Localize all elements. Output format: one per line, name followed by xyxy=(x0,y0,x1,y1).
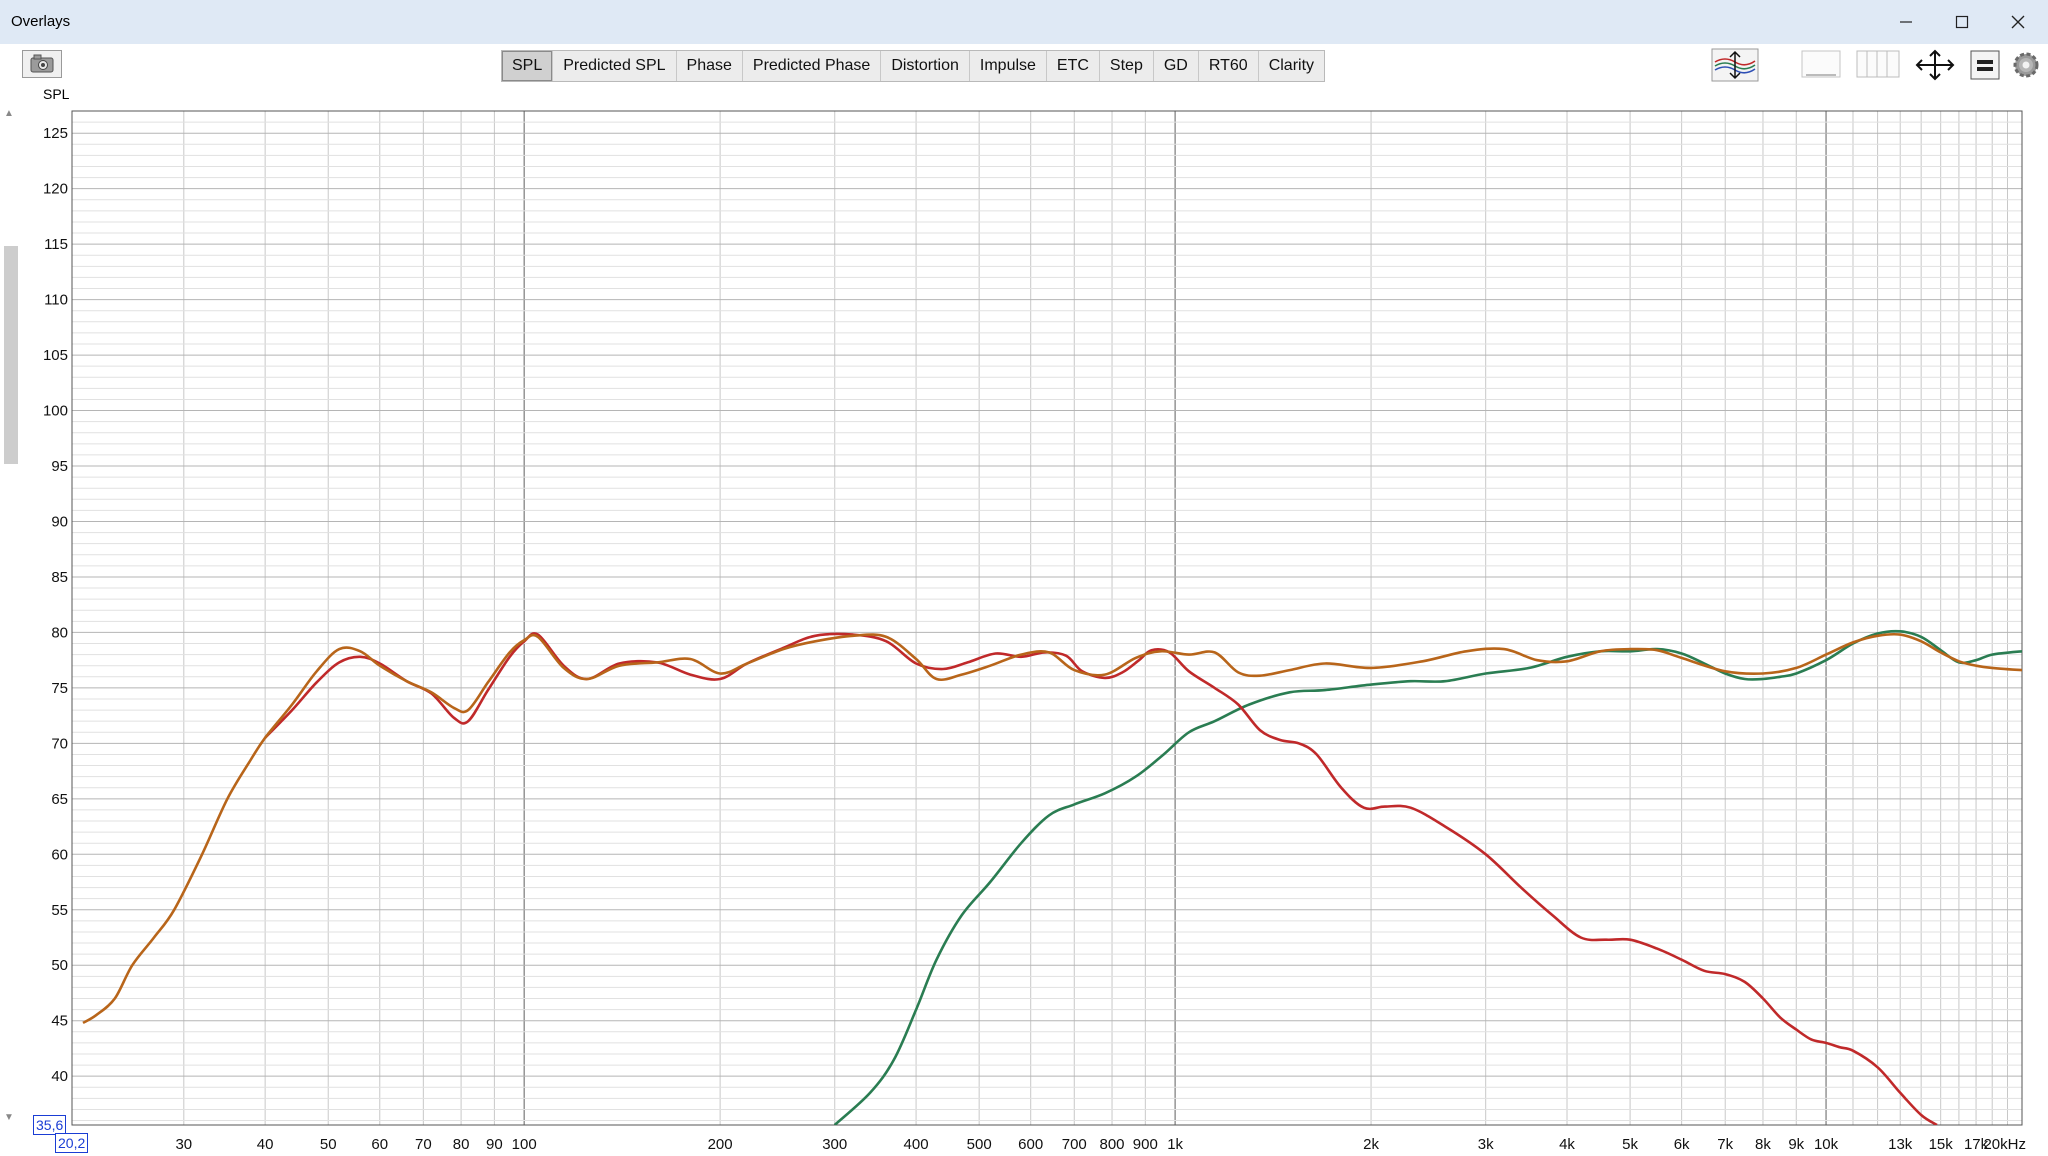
x-tick-label: 60 xyxy=(371,1136,388,1153)
y-tick-label: 55 xyxy=(51,902,68,919)
x-tick-label: 10k xyxy=(1814,1136,1839,1153)
y-tick-label: 85 xyxy=(51,569,68,586)
y-tick-label: 95 xyxy=(51,458,68,475)
x-tick-label: 600 xyxy=(1018,1136,1043,1153)
x-tick-label: 100 xyxy=(512,1136,537,1153)
y-tick-label: 125 xyxy=(43,125,68,142)
y-tick-label: 115 xyxy=(44,236,68,253)
plot-frame xyxy=(71,110,2023,1126)
y-tick-label: 90 xyxy=(51,513,68,530)
x-tick-label: 70 xyxy=(415,1136,432,1153)
x-tick-label: 400 xyxy=(904,1136,929,1153)
x-tick-label: 80 xyxy=(453,1136,470,1153)
series-line-3 xyxy=(82,632,2022,1025)
y-tick-label: 80 xyxy=(51,624,68,641)
x-tick-label: 13k xyxy=(1888,1136,1913,1153)
x-tick-label: 900 xyxy=(1133,1136,1158,1153)
x-tick-label: 800 xyxy=(1100,1136,1125,1153)
x-tick-label: 40 xyxy=(257,1136,274,1153)
x-tick-label: 8k xyxy=(1755,1136,1771,1153)
x-tick-label: 4k xyxy=(1559,1136,1575,1153)
x-tick-label: 500 xyxy=(967,1136,992,1153)
y-tick-label: 120 xyxy=(43,181,68,198)
y-tick-label: 105 xyxy=(43,347,68,364)
x-tick-label: 1k xyxy=(1167,1136,1183,1153)
x-tick-label: 6k xyxy=(1674,1136,1690,1153)
x-tick-label: 30 xyxy=(175,1136,192,1153)
x-tick-label: 200 xyxy=(708,1136,733,1153)
cursor-x-readout: 20,2 xyxy=(55,1133,89,1153)
x-tick-label: 20kHz xyxy=(1983,1136,2026,1153)
y-tick-label: 70 xyxy=(51,735,68,752)
y-tick-label: 110 xyxy=(44,292,68,309)
x-tick-label: 2k xyxy=(1363,1136,1379,1153)
series-line-1 xyxy=(833,629,2022,1125)
x-tick-label: 90 xyxy=(486,1136,503,1153)
x-tick-label: 50 xyxy=(320,1136,337,1153)
spl-chart[interactable]: 40 45 50 55 60 65 70 75 80 85 90 95 100 105 110 115 120 1… xyxy=(0,0,2048,1156)
y-tick-label: 45 xyxy=(51,1013,68,1030)
series-line-2 xyxy=(264,632,1938,1125)
x-tick-label: 300 xyxy=(822,1136,847,1153)
x-tick-label: 9k xyxy=(1788,1136,1804,1153)
y-tick-label: 40 xyxy=(51,1068,68,1085)
x-tick-label: 700 xyxy=(1062,1136,1087,1153)
x-tick-label: 5k xyxy=(1622,1136,1638,1153)
x-tick-label: 3k xyxy=(1478,1136,1494,1153)
y-tick-label: 60 xyxy=(51,846,68,863)
y-tick-label: 75 xyxy=(51,680,68,697)
cursor-y-readout: 35,6 xyxy=(33,1115,67,1135)
y-tick-label: 50 xyxy=(51,957,68,974)
x-tick-label: 7k xyxy=(1717,1136,1733,1153)
y-tick-label: 65 xyxy=(51,791,68,808)
x-tick-label: 15k xyxy=(1929,1136,1954,1153)
y-tick-label: 100 xyxy=(43,403,68,420)
